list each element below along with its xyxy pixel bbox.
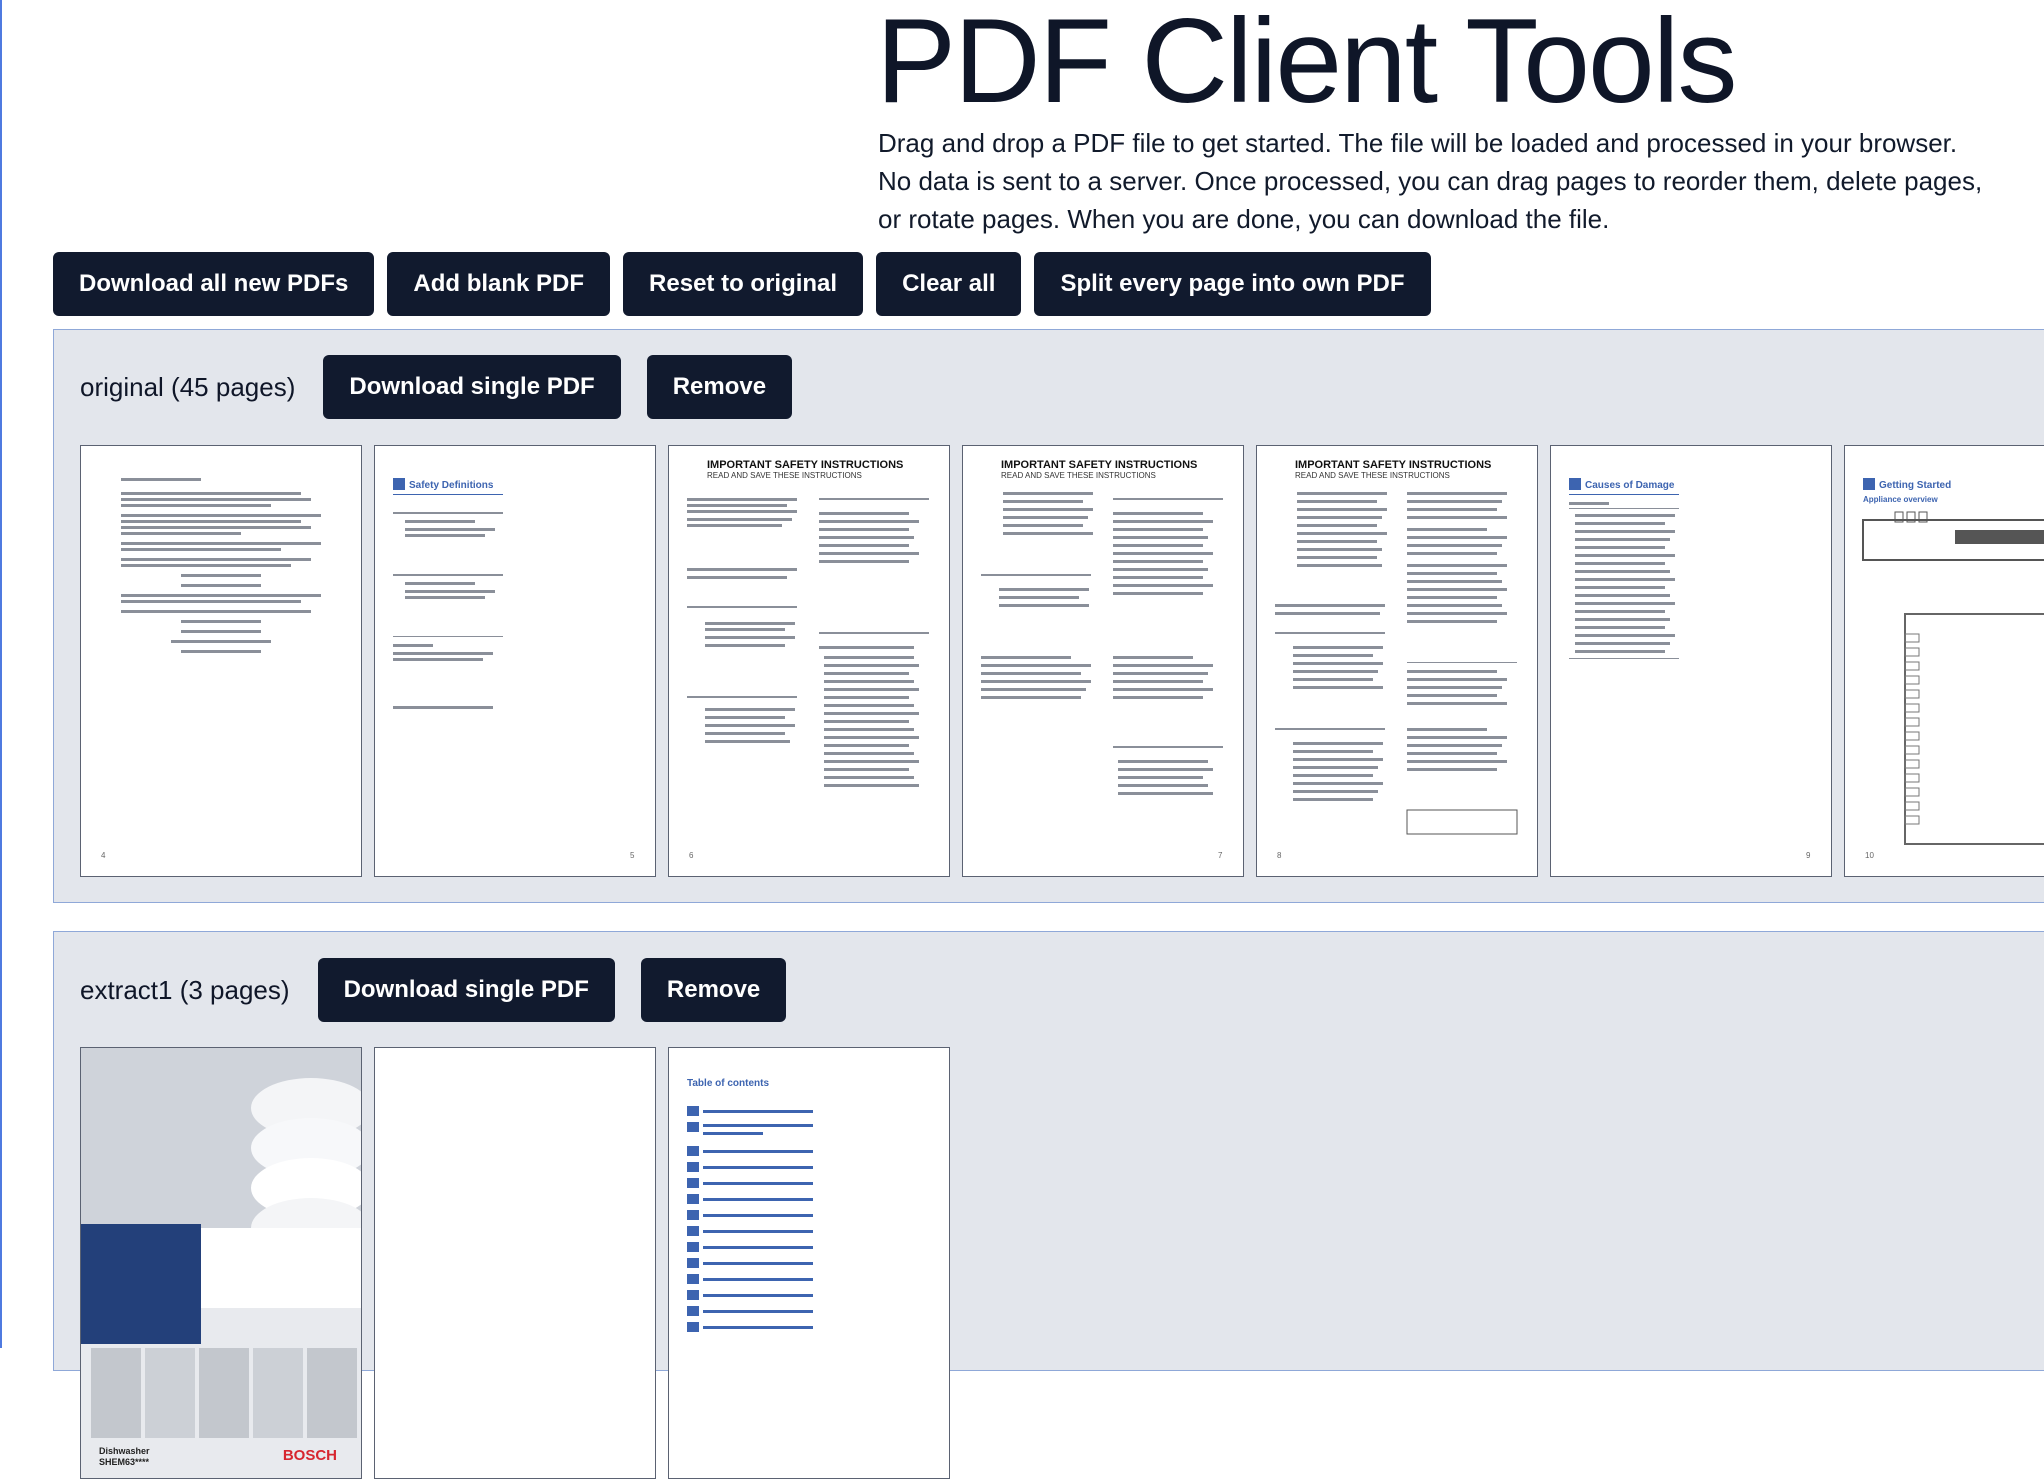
download-single-pdf-button[interactable]: Download single PDF — [323, 355, 621, 419]
page-number: 7 — [1218, 851, 1223, 860]
page-subheading: Appliance overview — [1863, 495, 1938, 504]
page-thumbnails: 4 Safety Definitions 5 IMPORTANT SAFETY … — [80, 445, 2044, 877]
page-subheading: READ AND SAVE THESE INSTRUCTIONS — [1295, 471, 1450, 480]
page-thumbnail[interactable]: IMPORTANT SAFETY INSTRUCTIONS READ AND S… — [668, 445, 950, 877]
page-heading: IMPORTANT SAFETY INSTRUCTIONS — [707, 459, 903, 471]
page-content-lines: Getting Started Appliance overview 10 — [1862, 478, 2044, 860]
page-subheading: READ AND SAVE THESE INSTRUCTIONS — [1001, 471, 1156, 480]
group-header: original (45 pages) Download single PDF … — [80, 354, 818, 420]
page-number: 10 — [1865, 851, 1874, 860]
add-blank-pdf-button[interactable]: Add blank PDF — [387, 252, 611, 316]
remove-group-button[interactable]: Remove — [646, 355, 793, 419]
cover-model-code: SHEM63**** — [99, 1457, 150, 1467]
page-thumbnail-blank[interactable] — [374, 1047, 656, 1479]
page-content-lines: IMPORTANT SAFETY INSTRUCTIONS READ AND S… — [981, 459, 1223, 860]
page-number: 4 — [101, 851, 106, 860]
page-thumbnail[interactable]: IMPORTANT SAFETY INSTRUCTIONS READ AND S… — [1256, 445, 1538, 877]
clear-all-button[interactable]: Clear all — [876, 252, 1022, 316]
page-number: 6 — [689, 851, 694, 860]
page-thumbnail[interactable]: Causes of Damage 9 — [1550, 445, 1832, 877]
page-content-lines: IMPORTANT SAFETY INSTRUCTIONS READ AND S… — [687, 459, 929, 860]
page-thumbnail[interactable]: 4 — [80, 445, 362, 877]
page-content-lines: Causes of Damage 9 — [1569, 478, 1811, 860]
page-content-lines: IMPORTANT SAFETY INSTRUCTIONS READ AND S… — [1275, 459, 1518, 860]
download-single-pdf-button[interactable]: Download single PDF — [317, 958, 615, 1022]
cover-model-name: Dishwasher — [99, 1446, 150, 1456]
page-thumbnail[interactable]: Getting Started Appliance overview 10 — [1844, 445, 2044, 877]
page-title: PDF Client Tools — [876, 0, 1737, 128]
reset-to-original-button[interactable]: Reset to original — [623, 252, 864, 316]
brand-logo: BOSCH — [282, 1447, 337, 1464]
page-heading: IMPORTANT SAFETY INSTRUCTIONS — [1295, 459, 1491, 471]
pdf-group-original: original (45 pages) Download single PDF … — [53, 329, 2044, 903]
page-heading: Causes of Damage — [1585, 480, 1675, 491]
page-thumbnails: BOSCH Dishwasher SHEM63**** Table of con… — [80, 1047, 950, 1479]
pdf-group-extract1: extract1 (3 pages) Download single PDF R… — [53, 931, 2044, 1479]
page-content-lines: 4 — [101, 478, 321, 860]
page-content-lines: Safety Definitions 5 — [393, 478, 635, 860]
page-content-lines: Table of contents — [687, 1078, 813, 1332]
page-heading: Table of contents — [687, 1078, 769, 1089]
download-all-button[interactable]: Download all new PDFs — [53, 252, 375, 316]
page-number: 5 — [630, 851, 635, 860]
cover-model: Dishwasher SHEM63**** — [99, 1446, 150, 1468]
page-number: 8 — [1277, 851, 1282, 860]
group-header: extract1 (3 pages) Download single PDF R… — [80, 957, 812, 1023]
page-heading: IMPORTANT SAFETY INSTRUCTIONS — [1001, 459, 1197, 471]
page-subheading: READ AND SAVE THESE INSTRUCTIONS — [707, 471, 862, 480]
page-description: Drag and drop a PDF file to get started.… — [878, 128, 1983, 234]
remove-group-button[interactable]: Remove — [640, 958, 787, 1022]
cover-banner — [81, 1224, 201, 1344]
toolbar: Download all new PDFs Add blank PDF Rese… — [53, 252, 1431, 316]
group-title: extract1 (3 pages) — [80, 974, 290, 1005]
page-number: 9 — [1806, 851, 1811, 860]
left-edge-rule — [0, 0, 2, 1348]
group-title: original (45 pages) — [80, 371, 296, 402]
page-thumbnail-cover[interactable]: BOSCH Dishwasher SHEM63**** — [80, 1047, 362, 1479]
page-heading: Getting Started — [1879, 480, 1951, 491]
split-pages-button[interactable]: Split every page into own PDF — [1034, 252, 1431, 316]
page-thumbnail[interactable]: Table of contents — [668, 1047, 950, 1479]
page-thumbnail[interactable]: IMPORTANT SAFETY INSTRUCTIONS READ AND S… — [962, 445, 1244, 877]
page-heading: Safety Definitions — [409, 480, 494, 491]
page-thumbnail[interactable]: Safety Definitions 5 — [374, 445, 656, 877]
